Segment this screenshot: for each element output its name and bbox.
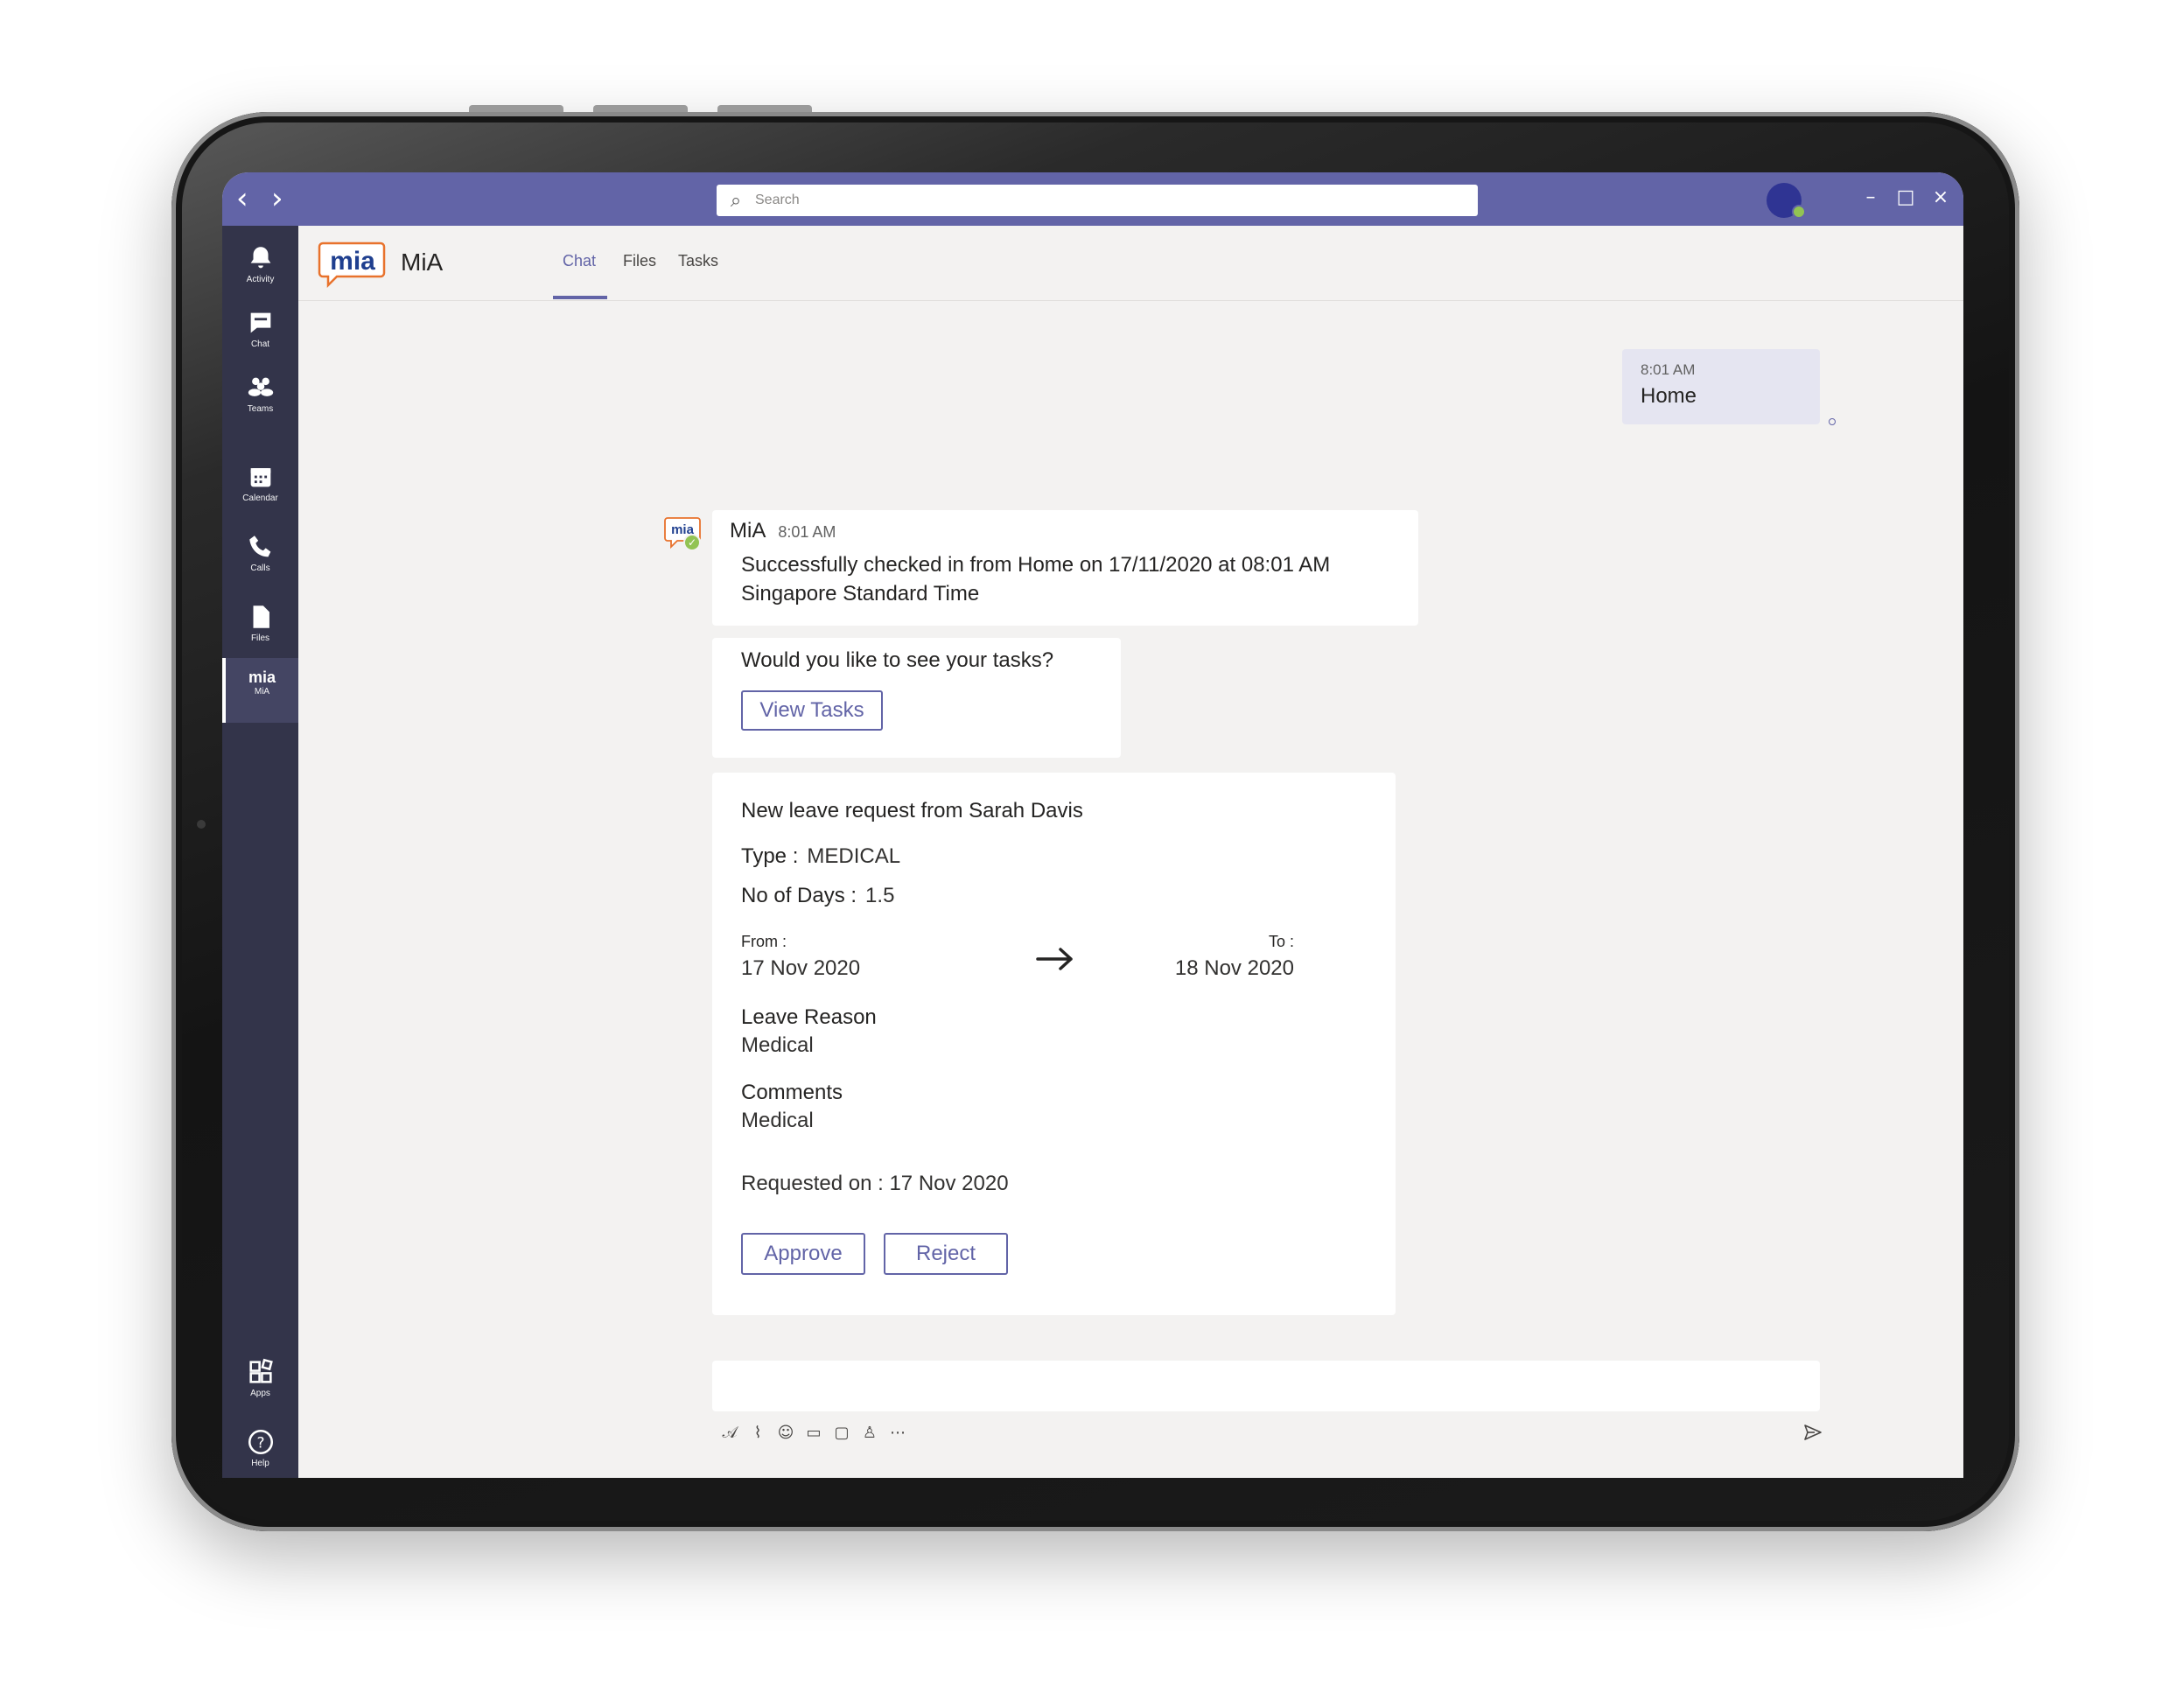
to-date: 18 Nov 2020 bbox=[1174, 956, 1294, 980]
app-rail: Activity Chat Teams Calendar Calls Files… bbox=[222, 226, 298, 1478]
view-tasks-button[interactable]: View Tasks bbox=[741, 690, 883, 731]
app-header: mia MiA Chat Files Tasks bbox=[298, 226, 1963, 301]
sent-message: 8:01 AM Home bbox=[1622, 349, 1820, 424]
maximize-button[interactable]: □ bbox=[1893, 185, 1919, 211]
leave-request-card: New leave request from Sarah Davis Type … bbox=[712, 773, 1396, 1315]
message-text: Successfully checked in from Home on 17/… bbox=[741, 553, 1331, 606]
from-date: 17 Nov 2020 bbox=[741, 956, 861, 980]
mia-logo: mia bbox=[318, 242, 386, 289]
chat-icon bbox=[250, 312, 270, 333]
message-time: 8:01 AM bbox=[778, 523, 836, 541]
rail-item-mia[interactable]: mia MiA bbox=[222, 658, 298, 723]
leave-type-label: Type : bbox=[741, 844, 799, 868]
apps-icon bbox=[248, 1358, 273, 1383]
message-sender: MiA bbox=[730, 519, 766, 542]
svg-text:?: ? bbox=[256, 1434, 264, 1452]
leave-days-value: 1.5 bbox=[865, 884, 895, 907]
teams-window: ‹ › ⌕ – □ × Activity Chat Teams Calendar bbox=[222, 172, 1963, 1478]
leave-reason-label: Leave Reason bbox=[741, 1005, 877, 1029]
rail-item-label: Teams bbox=[247, 404, 274, 414]
app-name: MiA bbox=[401, 248, 444, 276]
teams-icon bbox=[248, 377, 273, 396]
tasks-prompt-card: Would you like to see your tasks? View T… bbox=[712, 638, 1121, 758]
requested-on: Requested on : 17 Nov 2020 bbox=[741, 1172, 1009, 1195]
send-icon[interactable] bbox=[1802, 1422, 1823, 1443]
leave-type-value: MEDICAL bbox=[807, 844, 901, 868]
rail-item-label: Calendar bbox=[242, 494, 278, 503]
device-volume-button bbox=[593, 105, 688, 112]
bot-message: MiA 8:01 AM Successfully checked in from … bbox=[712, 510, 1418, 626]
rail-item-calendar[interactable]: Calendar bbox=[222, 455, 298, 520]
tab-files[interactable]: Files bbox=[623, 252, 656, 270]
rail-item-files[interactable]: Files bbox=[222, 595, 298, 660]
calendar-icon bbox=[250, 468, 270, 487]
rail-item-calls[interactable]: Calls bbox=[222, 525, 298, 590]
leave-days-row: No of Days : 1.5 bbox=[741, 884, 894, 908]
logo-text: mia bbox=[330, 247, 375, 276]
from-label: From : bbox=[741, 933, 787, 950]
rail-item-label: Apps bbox=[250, 1389, 270, 1398]
rail-item-label: MiA bbox=[254, 687, 270, 696]
compose-toolbar: 𝒜 ⌇ ☺ ▭ ▢ ♙ ⋯ bbox=[721, 1422, 906, 1445]
device-volume-button bbox=[469, 105, 563, 112]
message-text: Home bbox=[1641, 384, 1697, 408]
presence-available-icon bbox=[1792, 205, 1806, 219]
leave-reason-value: Medical bbox=[741, 1033, 814, 1057]
rail-item-activity[interactable]: Activity bbox=[222, 236, 298, 301]
approve-button[interactable]: Approve bbox=[741, 1233, 865, 1275]
presence-available-icon: ✓ bbox=[683, 534, 701, 551]
format-icon[interactable]: 𝒜 bbox=[721, 1424, 738, 1442]
rail-item-label: Activity bbox=[246, 275, 275, 284]
prompt-question: Would you like to see your tasks? bbox=[741, 648, 1054, 672]
sticker-icon[interactable]: ▢ bbox=[833, 1424, 850, 1442]
rail-item-label: Help bbox=[251, 1459, 269, 1468]
read-receipt-icon bbox=[1829, 418, 1836, 425]
emoji-icon[interactable]: ☺ bbox=[777, 1424, 794, 1442]
tab-tasks[interactable]: Tasks bbox=[678, 252, 718, 270]
leave-days-label: No of Days : bbox=[741, 884, 857, 907]
back-button[interactable]: ‹ bbox=[236, 181, 248, 216]
close-button[interactable]: × bbox=[1928, 185, 1954, 211]
minimize-button[interactable]: – bbox=[1858, 185, 1884, 211]
rail-item-teams[interactable]: Teams bbox=[222, 366, 298, 430]
file-icon bbox=[253, 606, 269, 628]
rail-item-label: Files bbox=[250, 634, 270, 643]
rail-item-label: Calls bbox=[250, 564, 270, 573]
card-title: New leave request from Sarah Davis bbox=[741, 799, 1083, 822]
leave-type-row: Type : MEDICAL bbox=[741, 844, 900, 869]
search-input[interactable] bbox=[755, 192, 1438, 208]
search-box[interactable]: ⌕ bbox=[717, 185, 1478, 216]
search-icon: ⌕ bbox=[730, 189, 742, 212]
message-time: 8:01 AM bbox=[1641, 361, 1696, 378]
comments-label: Comments bbox=[741, 1081, 843, 1104]
praise-icon[interactable]: ♙ bbox=[861, 1424, 878, 1442]
device-camera bbox=[197, 820, 206, 829]
rail-item-help[interactable]: ? Help bbox=[222, 1420, 298, 1478]
to-label: To : bbox=[1268, 933, 1294, 950]
device-power-button bbox=[717, 105, 812, 112]
gif-icon[interactable]: ▭ bbox=[805, 1424, 822, 1442]
rail-item-chat[interactable]: Chat bbox=[222, 301, 298, 366]
phone-icon bbox=[248, 536, 270, 557]
arrow-right-icon bbox=[1036, 948, 1073, 970]
title-bar: ‹ › ⌕ – □ × bbox=[222, 172, 1963, 226]
help-icon: ? bbox=[248, 1429, 273, 1455]
rail-item-apps[interactable]: Apps bbox=[222, 1350, 298, 1415]
compose-box[interactable] bbox=[712, 1361, 1820, 1411]
attach-icon[interactable]: ⌇ bbox=[749, 1424, 766, 1442]
mia-icon: mia bbox=[248, 668, 276, 686]
comments-value: Medical bbox=[741, 1109, 814, 1132]
forward-button[interactable]: › bbox=[271, 181, 283, 216]
reject-button[interactable]: Reject bbox=[884, 1233, 1008, 1275]
more-icon[interactable]: ⋯ bbox=[889, 1424, 906, 1442]
rail-item-label: Chat bbox=[250, 340, 270, 349]
bell-icon bbox=[250, 247, 270, 269]
active-tab-indicator bbox=[553, 296, 607, 299]
tab-chat[interactable]: Chat bbox=[563, 252, 596, 270]
